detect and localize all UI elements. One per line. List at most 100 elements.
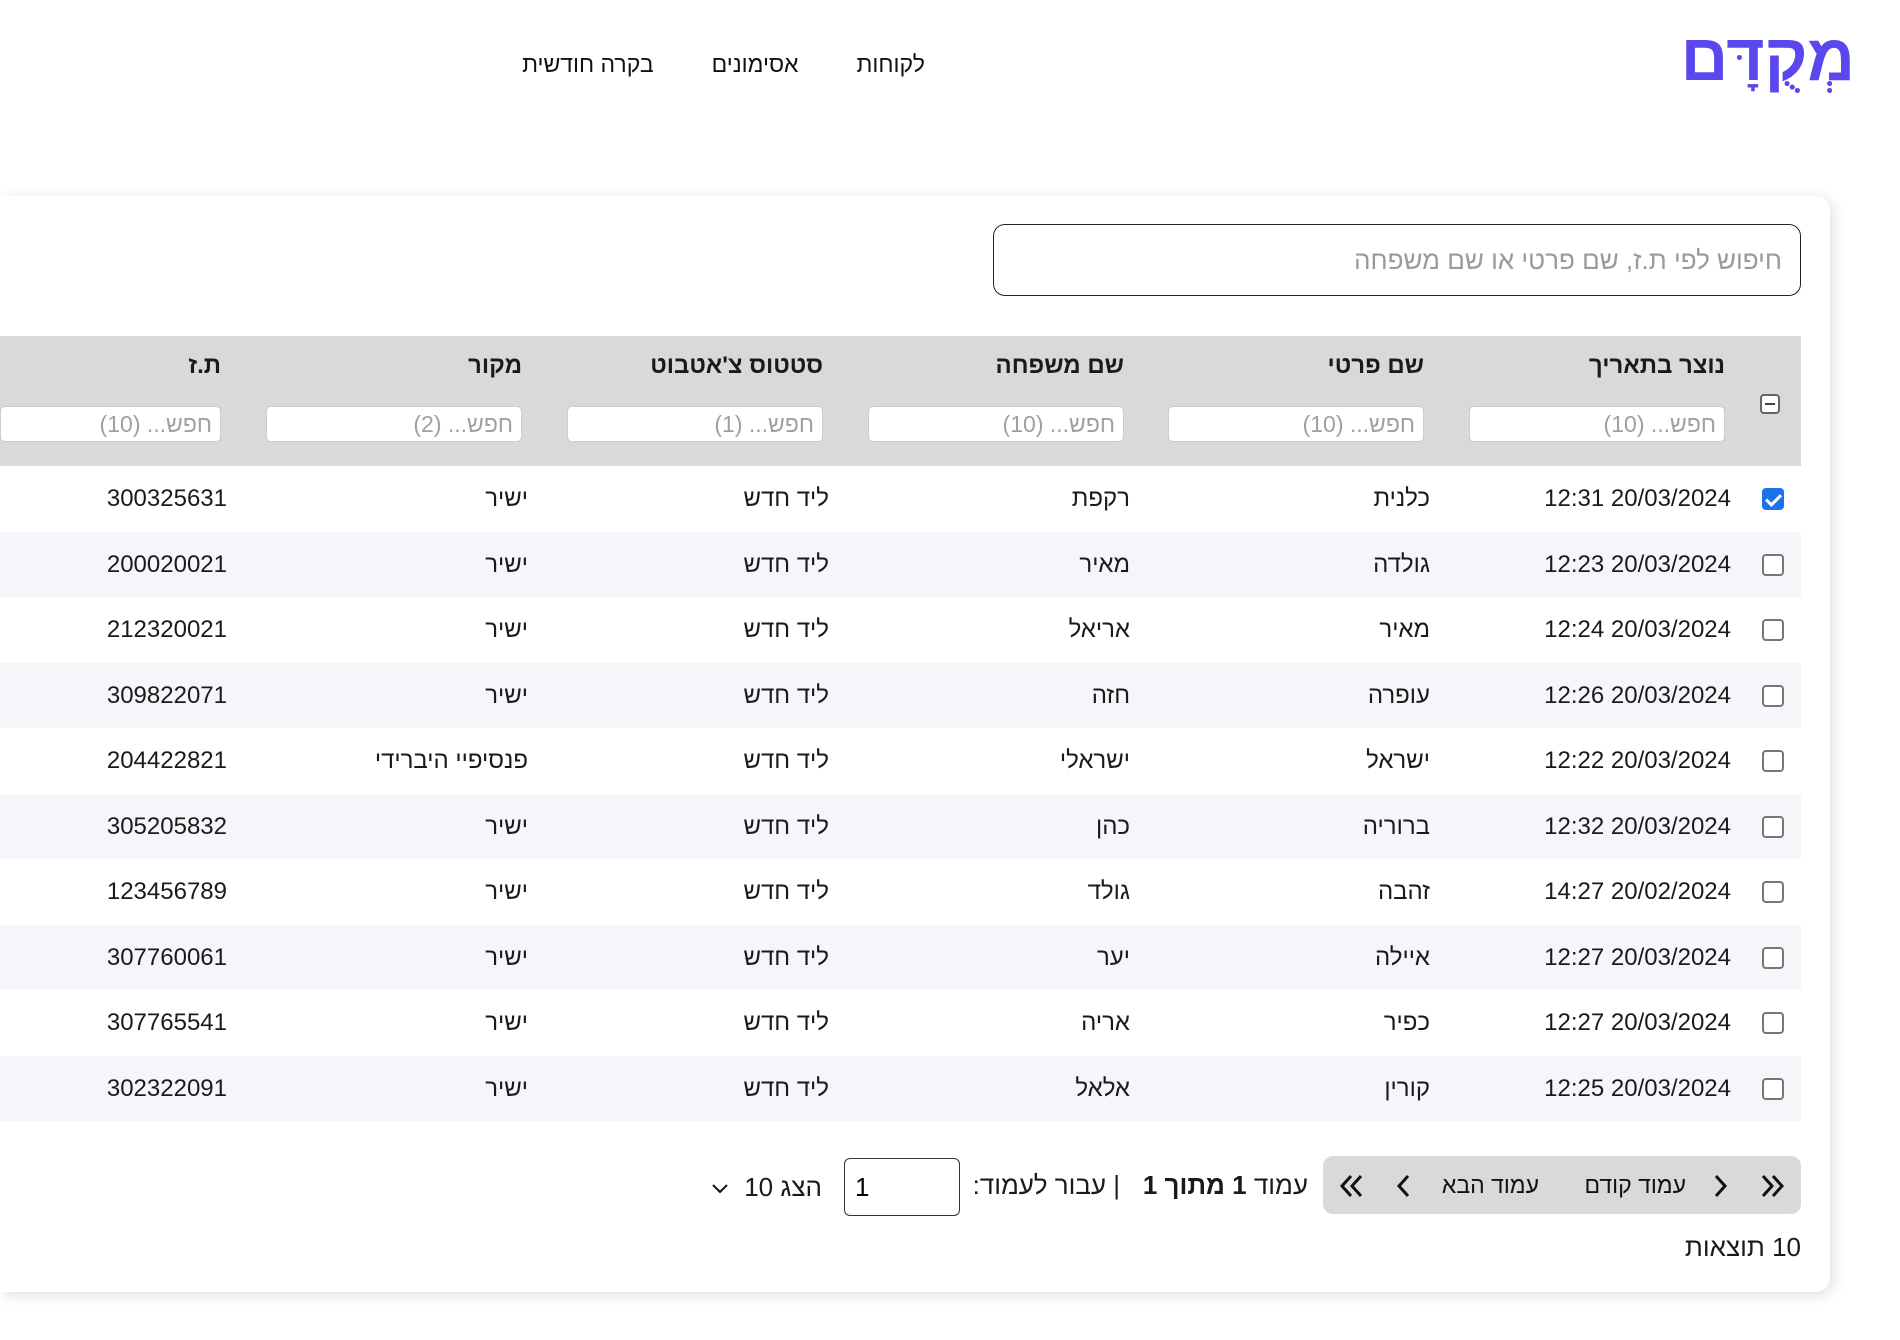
top-header: מְקֻדָּם לקוחות אסימונים בקרה חודשית bbox=[0, 0, 1900, 140]
nav-item-clients[interactable]: לקוחות bbox=[856, 44, 925, 84]
cell-created-at: 20/03/2024 12:32 bbox=[1544, 812, 1731, 840]
table-row[interactable]: 20/03/2024 12:25 קורין אלאל ליד חדש ישיר 3023… bbox=[0, 1055, 1801, 1121]
first-page-icon[interactable] bbox=[1759, 1173, 1787, 1199]
row-checkbox[interactable] bbox=[1762, 881, 1784, 903]
pagination-controls: עמוד קודם עמוד הבא bbox=[1323, 1156, 1801, 1214]
table-body: 20/03/2024 12:31 כלנית רקפת ליד חדש ישיר 3003… bbox=[0, 466, 1801, 1121]
cell-source: ישיר bbox=[485, 1074, 528, 1102]
column-filter-input[interactable] bbox=[1469, 406, 1725, 442]
table-row[interactable]: 20/03/2024 12:27 כפיר אריה ליד חדש ישיר 30776… bbox=[0, 990, 1801, 1056]
cell-last-name: אריה bbox=[1081, 1009, 1130, 1036]
cell-first-name: איילה bbox=[1375, 943, 1430, 971]
column-header-source: מקור bbox=[266, 336, 522, 466]
cell-first-name: ישראל bbox=[1366, 747, 1430, 774]
cell-first-name: עופרה bbox=[1367, 681, 1430, 709]
page-current: 1 bbox=[1232, 1170, 1247, 1200]
next-page-button[interactable]: עמוד הבא bbox=[1442, 1156, 1539, 1214]
column-title[interactable]: סטטוס צ'אטבוט bbox=[650, 352, 823, 380]
cell-source: ישיר bbox=[485, 943, 528, 971]
row-checkbox[interactable] bbox=[1762, 750, 1784, 772]
results-count: 10 תוצאות bbox=[1684, 1232, 1801, 1262]
cell-last-name: ישראלי bbox=[1059, 747, 1130, 774]
column-title[interactable]: שם משפחה bbox=[996, 352, 1124, 380]
next-page-icon[interactable] bbox=[1393, 1173, 1413, 1199]
cell-chatbot-status: ליד חדש bbox=[743, 485, 829, 512]
row-checkbox[interactable] bbox=[1762, 553, 1784, 576]
cell-source: ישיר bbox=[485, 681, 528, 709]
row-checkbox[interactable] bbox=[1762, 815, 1784, 838]
last-page-icon[interactable] bbox=[1337, 1173, 1365, 1199]
cell-source: ישיר bbox=[485, 485, 528, 512]
cell-chatbot-status: ליד חדש bbox=[743, 943, 829, 971]
goto-page-input[interactable] bbox=[844, 1158, 960, 1216]
search-input[interactable] bbox=[993, 224, 1801, 296]
column-filter-input[interactable] bbox=[567, 406, 823, 442]
cell-created-at: 20/03/2024 12:23 bbox=[1544, 550, 1731, 578]
table-row[interactable]: 20/03/2024 12:27 איילה יער ליד חדש ישיר 30776… bbox=[0, 924, 1801, 990]
cell-last-name: רקפת bbox=[1071, 485, 1130, 512]
row-checkbox[interactable] bbox=[1762, 1012, 1784, 1034]
cell-id-number: 212320021 bbox=[106, 616, 227, 643]
column-title[interactable]: שם פרטי bbox=[1327, 352, 1424, 380]
page-indicator: עמוד 1 מתוך 1 bbox=[1143, 1156, 1308, 1214]
cell-first-name: זהבה bbox=[1377, 878, 1430, 905]
cell-id-number: 302322091 bbox=[106, 1074, 227, 1102]
column-filter-input[interactable] bbox=[0, 406, 221, 442]
cell-id-number: 307760061 bbox=[106, 943, 227, 971]
cell-created-at: 20/03/2024 12:22 bbox=[1544, 747, 1731, 774]
cell-last-name: חזה bbox=[1091, 681, 1130, 709]
select-all-checkbox[interactable] bbox=[1760, 394, 1780, 414]
cell-created-at: 20/03/2024 12:24 bbox=[1544, 616, 1731, 643]
cell-first-name: כפיר bbox=[1383, 1009, 1430, 1036]
cell-last-name: גולד bbox=[1087, 878, 1130, 905]
brand-logo[interactable]: מְקֻדָּם bbox=[1645, 18, 1865, 108]
cell-created-at: 20/03/2024 12:25 bbox=[1544, 1074, 1731, 1102]
cell-source: ישיר bbox=[485, 550, 528, 578]
cell-chatbot-status: ליד חדש bbox=[743, 878, 829, 905]
column-filter-input[interactable] bbox=[868, 406, 1124, 442]
nav-item-tokens[interactable]: אסימונים bbox=[712, 44, 799, 84]
table-row[interactable]: 20/02/2024 14:27 זהבה גולד ליד חדש ישיר 12345… bbox=[0, 859, 1801, 925]
row-checkbox[interactable] bbox=[1762, 684, 1784, 707]
cell-source: פנסיפיי היברידי bbox=[374, 747, 528, 774]
table-row[interactable]: 20/03/2024 12:31 כלנית רקפת ליד חדש ישיר 3003… bbox=[0, 466, 1801, 532]
row-checkbox[interactable] bbox=[1762, 1077, 1784, 1100]
page-total: 1 bbox=[1142, 1170, 1158, 1200]
prev-page-button[interactable]: עמוד קודם bbox=[1584, 1156, 1686, 1214]
cell-id-number: 307765541 bbox=[106, 1009, 227, 1036]
cell-first-name: מאיר bbox=[1379, 616, 1430, 643]
column-filter-input[interactable] bbox=[1168, 406, 1424, 442]
cell-first-name: ברוריה bbox=[1362, 812, 1430, 840]
cell-last-name: מאיר bbox=[1079, 550, 1130, 578]
cell-last-name: אלאל bbox=[1075, 1074, 1130, 1102]
cell-source: ישיר bbox=[485, 812, 528, 840]
column-title[interactable]: ת.ז bbox=[188, 352, 221, 380]
cell-source: ישיר bbox=[485, 1009, 528, 1036]
table-row[interactable]: 20/03/2024 12:26 עופרה חזה ליד חדש ישיר 30982… bbox=[0, 662, 1801, 728]
cell-first-name: כלנית bbox=[1373, 485, 1430, 512]
prev-page-icon[interactable] bbox=[1711, 1173, 1731, 1199]
column-title[interactable]: נוצר בתאריך bbox=[1589, 352, 1725, 380]
table-row[interactable]: 20/03/2024 12:22 ישראל ישראלי ליד חדש פנסיפי… bbox=[0, 728, 1801, 794]
page-word: עמוד bbox=[1253, 1170, 1308, 1200]
brand-logo-text: מְקֻדָּם bbox=[1681, 20, 1855, 94]
column-title[interactable]: מקור bbox=[468, 352, 522, 380]
cell-created-at: 20/03/2024 12:27 bbox=[1544, 943, 1731, 971]
cell-chatbot-status: ליד חדש bbox=[743, 747, 829, 774]
row-checkbox[interactable] bbox=[1762, 946, 1784, 969]
table-row[interactable]: 20/03/2024 12:23 גולדה מאיר ליד חדש ישיר 2000… bbox=[0, 531, 1801, 597]
cell-id-number: 123456789 bbox=[106, 878, 227, 905]
cell-id-number: 200020021 bbox=[106, 550, 227, 578]
cell-chatbot-status: ליד חדש bbox=[743, 616, 829, 643]
table-row[interactable]: 20/03/2024 12:32 ברוריה כהן ליד חדש ישיר 3052… bbox=[0, 793, 1801, 859]
nav-item-monthly-control[interactable]: בקרה חודשית bbox=[522, 44, 654, 84]
column-filter-input[interactable] bbox=[266, 406, 522, 442]
column-header-created-at: נוצר בתאריך bbox=[1469, 336, 1725, 466]
table-row[interactable]: 20/03/2024 12:24 מאיר אריאל ליד חדש ישיר 2123… bbox=[0, 597, 1801, 663]
page-size-select[interactable]: הצג 10 bbox=[711, 1158, 822, 1216]
clients-card: נוצר בתאריך שם פרטי שם משפחה סטטוס צ'אטב… bbox=[0, 196, 1830, 1292]
cell-created-at: 20/03/2024 12:27 bbox=[1544, 1009, 1731, 1036]
row-checkbox[interactable] bbox=[1762, 488, 1784, 510]
row-checkbox[interactable] bbox=[1762, 619, 1784, 641]
cell-id-number: 305205832 bbox=[106, 812, 227, 840]
